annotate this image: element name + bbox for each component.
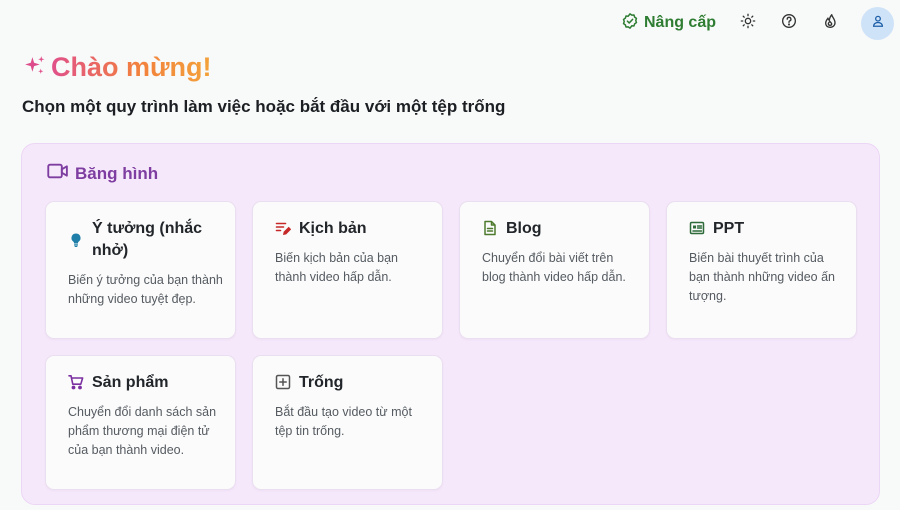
help-icon — [781, 13, 797, 34]
cart-icon — [68, 374, 84, 390]
plus-square-icon — [275, 374, 291, 390]
welcome-heading: Chào mừng! — [22, 52, 212, 83]
workflow-card-blank[interactable]: Trống Bắt đầu tạo video từ một tệp tin t… — [252, 355, 443, 490]
sparkle-icon — [22, 53, 47, 83]
card-title: Ý tưởng (nhắc nhở) — [92, 220, 203, 259]
card-description: Biến ý tưởng của bạn thành những video t… — [68, 273, 223, 306]
fire-icon — [822, 13, 838, 34]
card-description: Biến kịch bản của bạn thành video hấp dẫ… — [275, 251, 399, 284]
help-button[interactable] — [779, 13, 799, 33]
user-avatar-button[interactable] — [861, 6, 894, 40]
workflow-card-ppt[interactable]: PPT Biến bài thuyết trình của bạn thành … — [666, 201, 857, 339]
document-icon — [482, 220, 498, 236]
script-icon — [275, 220, 291, 236]
workflow-card-script[interactable]: Kịch bản Biến kịch bản của bạn thành vid… — [252, 201, 443, 339]
card-description: Bắt đầu tạo video từ một tệp tin trống. — [275, 405, 412, 438]
workflow-panel: Băng hình Ý tưởng (nhắc nhở) Biến ý tưởn… — [21, 143, 880, 505]
card-title: PPT — [713, 220, 745, 237]
card-title: Trống — [299, 374, 344, 391]
welcome-title: Chào mừng! — [51, 52, 212, 82]
card-description: Chuyển đổi danh sách sản phẩm thương mại… — [68, 405, 217, 457]
card-title: Blog — [506, 220, 542, 237]
theme-toggle-button[interactable] — [738, 13, 758, 33]
lightbulb-icon — [68, 232, 84, 248]
welcome-subtitle: Chọn một quy trình làm việc hoặc bắt đầu… — [22, 97, 506, 116]
upgrade-button[interactable]: Nâng cấp — [621, 12, 716, 35]
workflow-card-idea[interactable]: Ý tưởng (nhắc nhở) Biến ý tưởng của bạn … — [45, 201, 236, 339]
sun-icon — [740, 13, 756, 34]
card-description: Biến bài thuyết trình của bạn thành nhữn… — [689, 251, 835, 303]
card-description: Chuyển đổi bài viết trên blog thành vide… — [482, 251, 626, 284]
streak-button[interactable] — [820, 13, 840, 33]
top-bar: Nâng cấp — [621, 6, 894, 40]
video-camera-icon — [47, 162, 69, 185]
card-title: Sản phẩm — [92, 374, 169, 391]
workflow-card-blog[interactable]: Blog Chuyển đổi bài viết trên blog thành… — [459, 201, 650, 339]
check-badge-icon — [621, 12, 639, 35]
section-title: Băng hình — [75, 163, 159, 183]
user-icon — [871, 14, 885, 33]
presentation-icon — [689, 220, 705, 236]
section-header: Băng hình — [47, 162, 158, 185]
upgrade-label: Nâng cấp — [643, 14, 716, 31]
workflow-card-product[interactable]: Sản phẩm Chuyển đổi danh sách sản phẩm t… — [45, 355, 236, 490]
card-title: Kịch bản — [299, 220, 367, 237]
